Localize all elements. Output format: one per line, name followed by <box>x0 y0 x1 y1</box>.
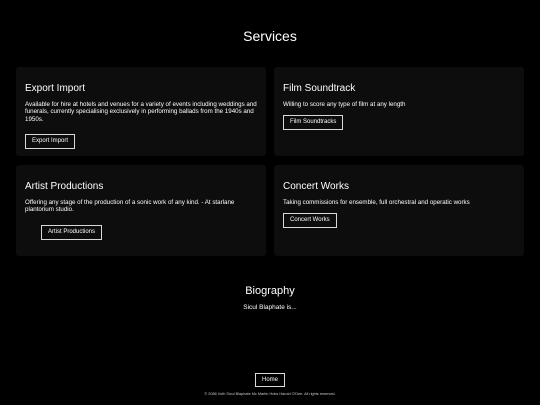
export-import-button[interactable]: Export Import <box>25 134 76 150</box>
film-soundtracks-button[interactable]: Film Soundtracks <box>283 115 344 131</box>
concert-works-button[interactable]: Concert Works <box>283 213 337 229</box>
services-heading: Services <box>243 28 297 44</box>
card-title: Concert Works <box>283 181 349 192</box>
card-title: Export Import <box>25 83 86 94</box>
service-card-concert-works: Concert Works Taking commissions for ens… <box>274 165 524 256</box>
biography-text: Sicul Blaphate is... <box>243 304 297 311</box>
artist-productions-button[interactable]: Artist Productions <box>41 224 103 240</box>
service-card-export-import: Export Import Available for hire at hote… <box>16 67 266 156</box>
card-description: Offering any stage of the production of … <box>25 199 235 214</box>
card-description: Available for hire at hotels and venues … <box>25 101 257 123</box>
home-button[interactable]: Home <box>255 373 285 387</box>
service-card-film-soundtrack: Film Soundtrack Willing to score any typ… <box>274 67 524 156</box>
card-description: Taking commissions for ensemble, full or… <box>283 199 470 206</box>
card-description: Willing to score any type of film at any… <box>283 101 406 108</box>
service-card-artist-productions: Artist Productions Offering any stage of… <box>16 165 266 256</box>
card-title: Film Soundtrack <box>283 83 356 94</box>
page: Services Export Import Available for hir… <box>0 0 540 405</box>
card-title: Artist Productions <box>25 181 104 192</box>
copyright-text: © 2086 Voth Sicul Blaphate Mc Martin Hub… <box>204 392 336 396</box>
biography-heading: Biography <box>245 285 295 297</box>
